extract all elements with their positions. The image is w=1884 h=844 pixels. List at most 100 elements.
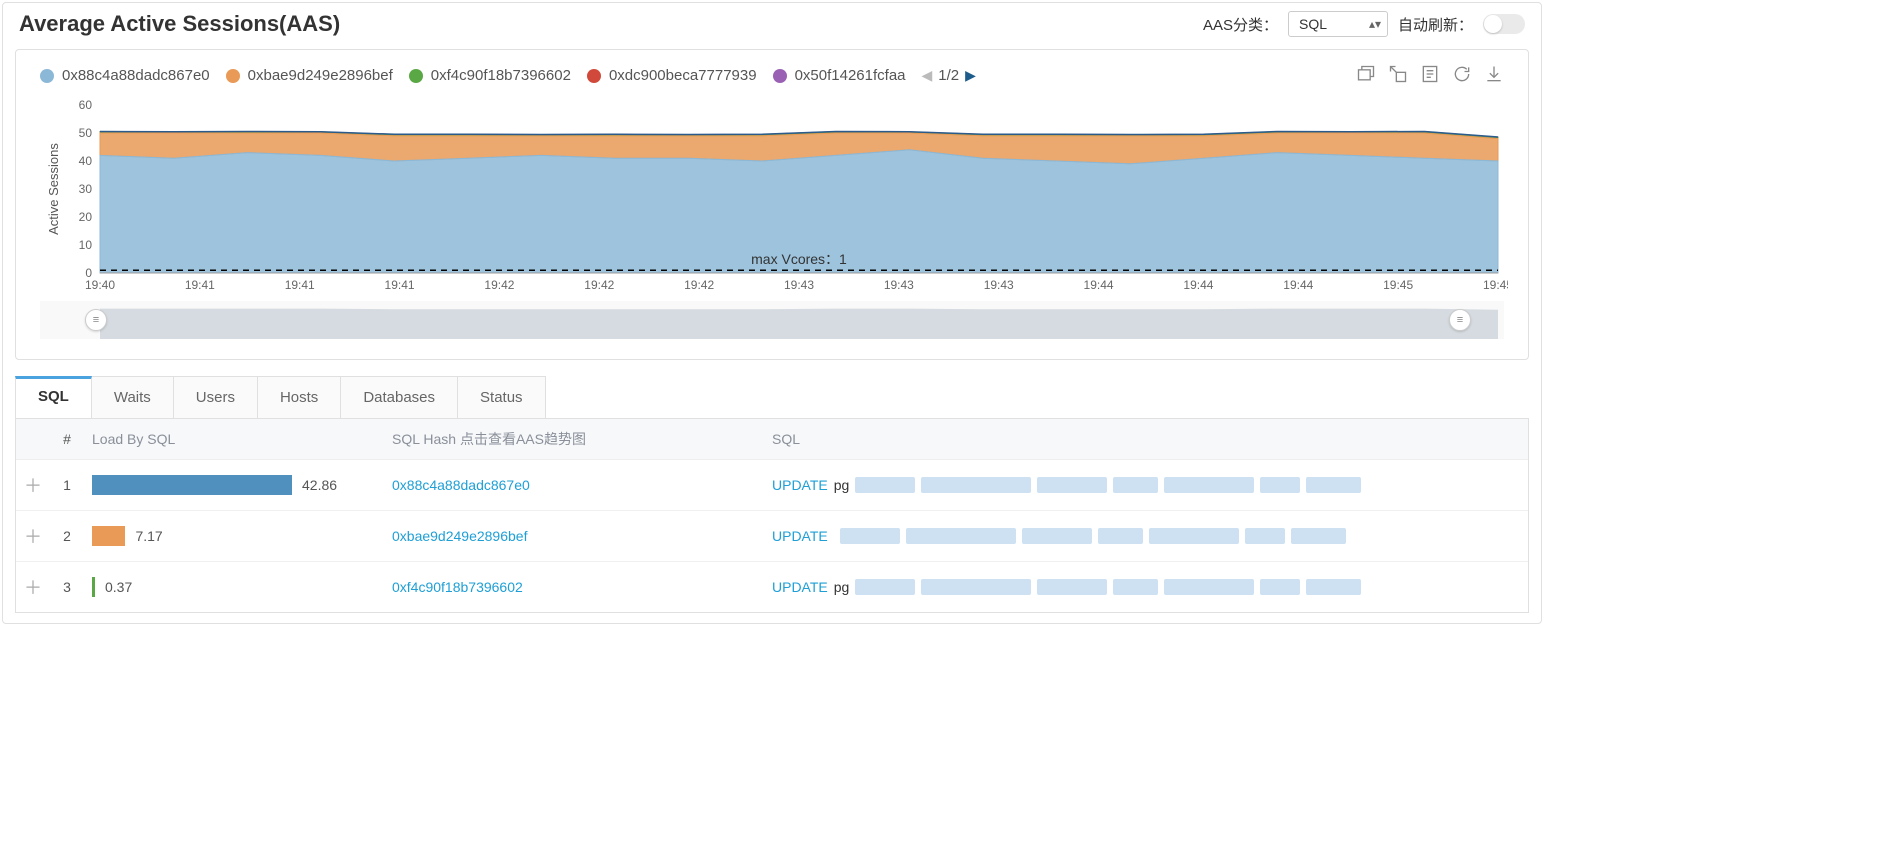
col-expand: [16, 419, 50, 460]
sql-hash-link[interactable]: 0xf4c90f18b7396602: [392, 579, 523, 595]
load-cell: 0.37: [84, 562, 384, 613]
tab-databases[interactable]: Databases: [341, 376, 458, 418]
svg-text:19:43: 19:43: [784, 278, 814, 292]
sql-keyword: UPDATE: [772, 579, 828, 595]
sql-redacted: [1037, 579, 1107, 595]
load-cell: 7.17: [84, 511, 384, 562]
table-row: ＋27.170xbae9d249e2896befUPDATE: [16, 511, 1528, 562]
sql-hash-link[interactable]: 0x88c4a88dadc867e0: [392, 477, 530, 493]
svg-text:20: 20: [79, 210, 93, 224]
tab-hosts[interactable]: Hosts: [258, 376, 341, 418]
expand-icon[interactable]: ＋: [16, 511, 50, 562]
svg-text:19:42: 19:42: [484, 278, 514, 292]
load-value: 0.37: [105, 579, 132, 595]
sql-keyword: UPDATE: [772, 528, 828, 544]
legend-swatch: [409, 69, 423, 83]
svg-text:40: 40: [79, 154, 93, 168]
col-hash: SQL Hash 点击查看AAS趋势图: [384, 419, 764, 460]
sql-pre: pg: [834, 477, 850, 493]
zoom-reset-icon[interactable]: [1388, 64, 1408, 87]
legend-label: 0xdc900beca7777939: [609, 67, 757, 84]
load-bar: [92, 577, 95, 597]
sql-cell: UPDATE: [764, 511, 1528, 562]
legend-label: 0x88c4a88dadc867e0: [62, 67, 210, 84]
table-row: ＋30.370xf4c90f18b7396602UPDATEpg: [16, 562, 1528, 613]
sql-cell: UPDATE pg: [764, 562, 1528, 613]
sql-redacted: [1245, 528, 1285, 544]
sql-redacted: [921, 579, 1031, 595]
sql-redacted: [1149, 528, 1239, 544]
sql-hash-link[interactable]: 0xbae9d249e2896bef: [392, 528, 527, 544]
legend-prev-icon[interactable]: ◀: [922, 67, 933, 84]
sql-redacted: [855, 477, 915, 493]
legend-swatch: [40, 69, 54, 83]
svg-text:19:45: 19:45: [1383, 278, 1413, 292]
expand-icon[interactable]: ＋: [16, 562, 50, 613]
refresh-icon[interactable]: [1452, 64, 1472, 87]
expand-icon[interactable]: ＋: [16, 460, 50, 511]
load-cell: 42.86: [84, 460, 384, 511]
svg-text:19:45: 19:45: [1483, 278, 1508, 292]
page-title: Average Active Sessions(AAS): [19, 11, 340, 37]
col-load: Load By SQL: [84, 419, 384, 460]
col-idx: #: [50, 419, 84, 460]
legend-item[interactable]: 0xdc900beca7777939: [587, 67, 757, 84]
classify-label: AAS分类：: [1203, 14, 1278, 35]
tab-panel: # Load By SQL SQL Hash 点击查看AAS趋势图 SQL ＋1…: [15, 418, 1529, 613]
zoom-track[interactable]: ≡ ≡: [40, 301, 1504, 339]
svg-text:19:43: 19:43: [984, 278, 1014, 292]
chart-tools: [1356, 64, 1504, 87]
legend-item[interactable]: 0x88c4a88dadc867e0: [40, 67, 210, 84]
row-index: 1: [50, 460, 84, 511]
legend-next-icon[interactable]: ▶: [965, 67, 976, 84]
legend-label: 0x50f14261fcfaa: [795, 67, 906, 84]
load-value: 7.17: [135, 528, 162, 544]
tab-status[interactable]: Status: [458, 376, 546, 418]
svg-text:19:44: 19:44: [1183, 278, 1213, 292]
classify-value: SQL: [1299, 16, 1327, 32]
load-bar: [92, 475, 292, 495]
legend-item[interactable]: 0xbae9d249e2896bef: [226, 67, 393, 84]
svg-text:50: 50: [79, 126, 93, 140]
tab-users[interactable]: Users: [174, 376, 258, 418]
zoom-handle-left[interactable]: ≡: [85, 309, 107, 331]
svg-text:19:42: 19:42: [684, 278, 714, 292]
hash-cell: 0xbae9d249e2896bef: [384, 511, 764, 562]
data-view-icon[interactable]: [1420, 64, 1440, 87]
tab-waits[interactable]: Waits: [92, 376, 174, 418]
legend-swatch: [587, 69, 601, 83]
table-row: ＋1 42.86 0x88c4a88dadc867e0 UPDATE pg: [16, 460, 1528, 511]
zoom-handle-right[interactable]: ≡: [1449, 309, 1471, 331]
legend-pager: ◀ 1/2 ▶: [922, 67, 976, 84]
sql-redacted: [1260, 477, 1300, 493]
sql-redacted: [1260, 579, 1300, 595]
classify-select[interactable]: SQL ▴▾: [1288, 11, 1388, 37]
svg-text:19:44: 19:44: [1084, 278, 1114, 292]
auto-refresh-toggle[interactable]: [1483, 14, 1525, 34]
sql-pre: pg: [834, 579, 850, 595]
sql-redacted: [906, 528, 1016, 544]
legend-item[interactable]: 0x50f14261fcfaa: [773, 67, 906, 84]
hash-cell: 0xf4c90f18b7396602: [384, 562, 764, 613]
sql-cell: UPDATE pg: [764, 460, 1528, 511]
tab-sql[interactable]: SQL: [15, 376, 92, 418]
legend-label: 0xf4c90f18b7396602: [431, 67, 571, 84]
legend-item[interactable]: 0xf4c90f18b7396602: [409, 67, 571, 84]
zoom-select-icon[interactable]: [1356, 64, 1376, 87]
header: Average Active Sessions(AAS) AAS分类： SQL …: [3, 3, 1541, 49]
chart-body: 0102030405060max Vcores：119:4019:4119:41…: [16, 87, 1528, 359]
hash-cell: 0x88c4a88dadc867e0: [384, 460, 764, 511]
legend: 0x88c4a88dadc867e0 0xbae9d249e2896bef 0xf4…: [16, 50, 1528, 87]
load-value: 42.86: [302, 477, 337, 493]
svg-text:19:41: 19:41: [185, 278, 215, 292]
panel: Average Active Sessions(AAS) AAS分类： SQL …: [2, 2, 1542, 624]
chart-card: 0x88c4a88dadc867e0 0xbae9d249e2896bef 0xf4…: [15, 49, 1529, 360]
svg-text:10: 10: [79, 238, 93, 252]
legend-swatch: [226, 69, 240, 83]
download-icon[interactable]: [1484, 64, 1504, 87]
svg-text:19:41: 19:41: [385, 278, 415, 292]
sql-redacted: [1306, 477, 1361, 493]
legend-page: 1/2: [938, 67, 959, 84]
sql-keyword: UPDATE: [772, 477, 828, 493]
col-sql: SQL: [764, 419, 1528, 460]
